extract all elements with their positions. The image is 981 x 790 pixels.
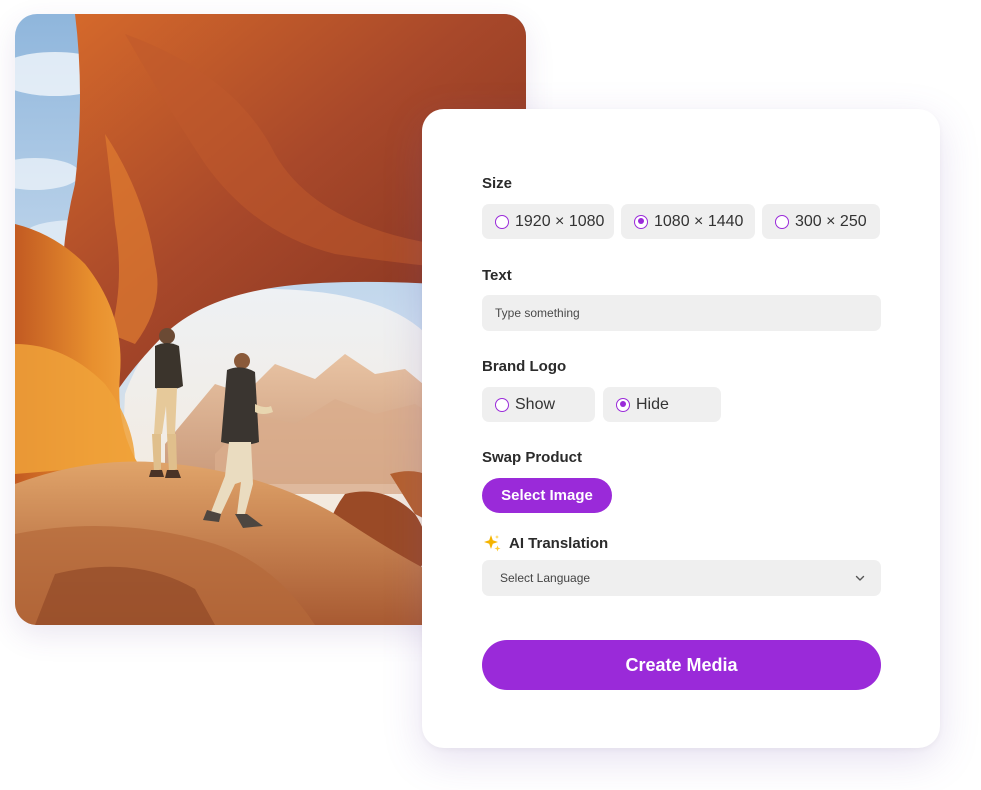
radio-unchecked-icon bbox=[775, 214, 789, 229]
radio-checked-icon bbox=[634, 214, 648, 229]
media-form-panel: Size 1920 × 1080 1080 × 1440 300 × 250 T… bbox=[422, 109, 940, 748]
brand-logo-option-label: Hide bbox=[636, 395, 669, 413]
size-option-label: 300 × 250 bbox=[795, 212, 867, 230]
brand-logo-option-label: Show bbox=[515, 395, 556, 413]
size-option-label: 1920 × 1080 bbox=[515, 212, 605, 230]
size-option-label: 1080 × 1440 bbox=[654, 212, 744, 230]
brand-logo-hide-option[interactable]: Hide bbox=[603, 387, 721, 422]
size-label: Size bbox=[482, 175, 513, 192]
create-media-button[interactable]: Create Media bbox=[482, 640, 881, 690]
ai-translation-heading: AI Translation bbox=[482, 533, 608, 553]
size-option-1920x1080[interactable]: 1920 × 1080 bbox=[482, 204, 614, 239]
size-option-1080x1440[interactable]: 1080 × 1440 bbox=[621, 204, 755, 239]
sparkle-icon bbox=[484, 535, 501, 552]
select-image-button[interactable]: Select Image bbox=[482, 478, 612, 513]
radio-checked-icon bbox=[616, 397, 630, 412]
ai-translation-label: AI Translation bbox=[509, 534, 609, 552]
text-label: Text bbox=[482, 267, 512, 284]
brand-logo-label: Brand Logo bbox=[482, 358, 567, 375]
size-option-300x250[interactable]: 300 × 250 bbox=[762, 204, 880, 239]
language-select[interactable]: Select Language bbox=[482, 560, 881, 596]
text-input[interactable] bbox=[482, 295, 881, 331]
stage: Size 1920 × 1080 1080 × 1440 300 × 250 T… bbox=[0, 0, 981, 790]
chevron-down-icon bbox=[855, 575, 865, 581]
swap-product-label: Swap Product bbox=[482, 449, 583, 466]
brand-logo-show-option[interactable]: Show bbox=[482, 387, 595, 422]
radio-unchecked-icon bbox=[495, 214, 509, 229]
language-select-value: Select Language bbox=[500, 571, 591, 585]
radio-unchecked-icon bbox=[495, 397, 509, 412]
